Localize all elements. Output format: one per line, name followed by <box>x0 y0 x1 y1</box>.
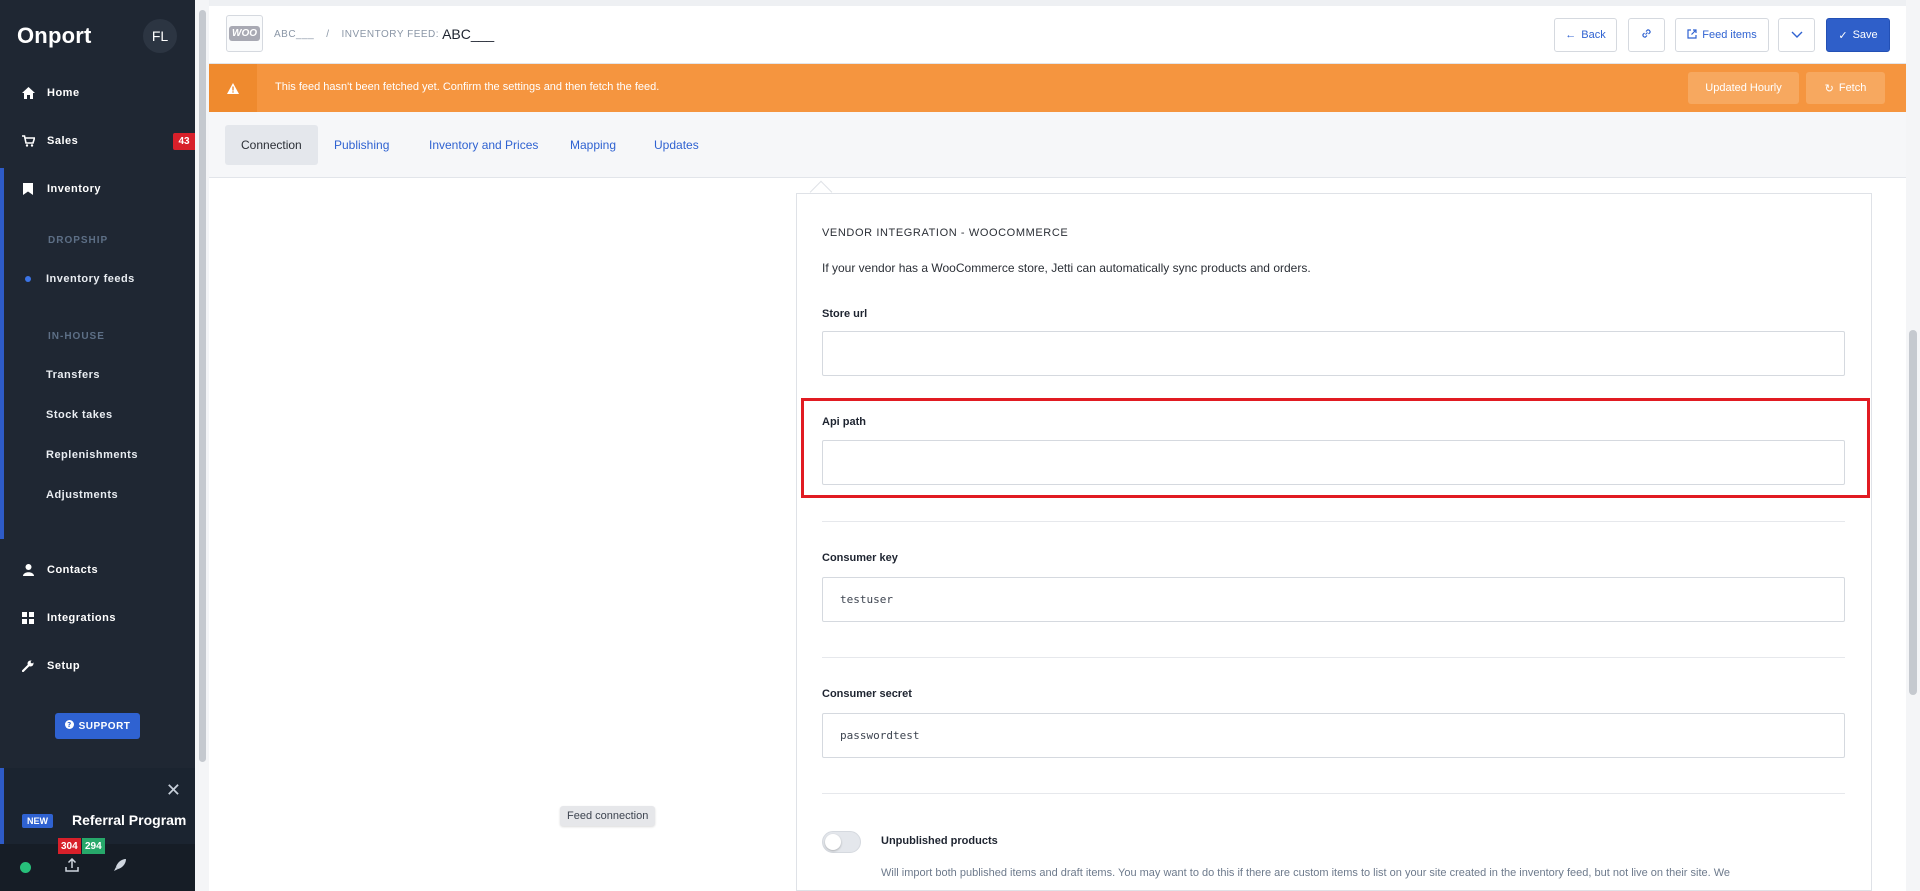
nav-label: Setup <box>47 660 81 672</box>
nav-label: Inventory <box>47 183 102 195</box>
sales-count-badge: 43 <box>173 133 195 150</box>
fetch-label: Fetch <box>1838 82 1867 94</box>
nav-item-transfers[interactable]: Transfers <box>0 357 195 393</box>
panel-heading: VENDOR INTEGRATION - WOOCOMMERCE <box>822 227 1069 239</box>
cart-icon <box>21 134 35 148</box>
arrow-left-icon: ← <box>1565 29 1577 41</box>
green-count-badge: 294 <box>82 838 105 854</box>
divider <box>822 521 1845 522</box>
save-button[interactable]: ✓ Save <box>1826 18 1890 52</box>
more-dropdown-button[interactable] <box>1778 18 1815 52</box>
vendor-integration-panel: VENDOR INTEGRATION - WOOCOMMERCE If your… <box>796 193 1872 891</box>
unpublished-products-description: Will import both published items and dra… <box>881 867 1731 879</box>
store-url-label: Store url <box>822 308 868 320</box>
back-label: Back <box>1581 29 1606 41</box>
nav-label: Contacts <box>47 564 99 576</box>
upload-icon[interactable] <box>65 857 79 877</box>
nav-item-stock-takes[interactable]: Stock takes <box>0 397 195 433</box>
unpublished-products-label: Unpublished products <box>881 835 998 847</box>
svg-text:?: ? <box>67 721 72 729</box>
fetch-button[interactable]: ↻ Fetch <box>1806 72 1885 104</box>
consumer-key-input[interactable]: testuser <box>822 577 1845 622</box>
breadcrumb-separator: / <box>326 28 330 40</box>
tab-bar: Connection Publishing Inventory and Pric… <box>209 112 1906 178</box>
grid-icon <box>21 611 35 625</box>
link-button[interactable] <box>1628 18 1665 52</box>
nav-section-dropship: DROPSHIP <box>48 235 109 246</box>
main-scroll-thumb[interactable] <box>1909 330 1917 695</box>
topbar: WOO ABC___ / INVENTORY FEED: ABC___ ← Ba… <box>209 6 1906 64</box>
nav-item-sales[interactable]: Sales <box>0 121 195 161</box>
tab-updates[interactable]: Updates <box>638 125 715 165</box>
panel-description: If your vendor has a WooCommerce store, … <box>822 261 1311 275</box>
red-count-badge: 304 <box>58 838 81 854</box>
divider <box>822 657 1845 658</box>
breadcrumb-label: INVENTORY FEED: <box>341 28 440 40</box>
avatar[interactable]: FL <box>143 19 177 53</box>
tab-inventory-and-prices[interactable]: Inventory and Prices <box>413 125 554 165</box>
warning-text: This feed hasn't been fetched yet. Confi… <box>275 81 660 93</box>
check-icon: ✓ <box>1838 29 1848 42</box>
breadcrumb: ABC___ / INVENTORY FEED: ABC___ <box>274 26 494 42</box>
woo-logo-text: WOO <box>229 26 260 41</box>
api-path-highlight <box>801 398 1870 498</box>
update-frequency-button[interactable]: Updated Hourly <box>1688 72 1799 104</box>
warning-icon <box>209 64 257 112</box>
consumer-secret-input[interactable]: passwordtest <box>822 713 1845 758</box>
consumer-secret-label: Consumer secret <box>822 688 912 700</box>
tab-publishing[interactable]: Publishing <box>318 125 405 165</box>
tab-mapping[interactable]: Mapping <box>554 125 632 165</box>
nav-item-home[interactable]: Home <box>0 73 195 113</box>
nav-item-inventory-feeds[interactable]: Inventory feeds <box>0 261 195 297</box>
feed-items-label: Feed items <box>1702 29 1757 41</box>
fetch-warning-banner: This feed hasn't been fetched yet. Confi… <box>209 64 1906 112</box>
nav-label: Sales <box>47 135 79 147</box>
nav-section-inhouse: IN-HOUSE <box>48 331 105 342</box>
feed-items-button[interactable]: Feed items <box>1675 18 1769 52</box>
sidebar-scroll-thumb[interactable] <box>199 10 206 762</box>
app-logo[interactable]: Onport <box>17 23 92 49</box>
nav-item-integrations[interactable]: Integrations <box>0 598 195 638</box>
sidebar-footer <box>0 844 210 891</box>
store-url-input[interactable] <box>822 331 1845 376</box>
referral-card: ✕ NEW Referral Program <box>0 768 195 844</box>
woocommerce-logo: WOO <box>226 15 263 52</box>
nav-item-contacts[interactable]: Contacts <box>0 550 195 590</box>
link-icon <box>1641 28 1652 42</box>
bookmark-icon <box>21 182 35 196</box>
nav-item-replenishments[interactable]: Replenishments <box>0 437 195 473</box>
page-title: ABC___ <box>442 26 495 42</box>
nav-label: Integrations <box>47 612 116 624</box>
home-icon <box>21 86 35 100</box>
external-link-icon <box>1687 28 1697 42</box>
feed-connection-label: Feed connection <box>560 806 656 826</box>
nav-item-adjustments[interactable]: Adjustments <box>0 477 195 513</box>
unpublished-products-toggle[interactable] <box>822 831 861 853</box>
tab-connection[interactable]: Connection <box>225 125 318 165</box>
support-label: SUPPORT <box>78 720 131 732</box>
divider <box>822 793 1845 794</box>
sidebar: Onport FL Home Sales 43 Inventory DROPSH… <box>0 0 210 891</box>
consumer-key-label: Consumer key <box>822 552 898 564</box>
referral-title[interactable]: Referral Program <box>72 812 186 828</box>
new-tag: NEW <box>22 814 53 828</box>
refresh-icon: ↻ <box>1824 82 1834 95</box>
chevron-down-icon <box>1791 29 1803 41</box>
nav-item-setup[interactable]: Setup <box>0 646 195 686</box>
save-label: Save <box>1852 29 1878 41</box>
nav-label: Home <box>47 87 80 99</box>
close-icon[interactable]: ✕ <box>166 780 181 801</box>
breadcrumb-first[interactable]: ABC___ <box>274 29 314 40</box>
user-icon <box>21 563 35 577</box>
wrench-icon <box>21 659 35 673</box>
help-icon: ? <box>64 720 74 732</box>
rocket-icon[interactable] <box>113 858 127 877</box>
support-button[interactable]: ? SUPPORT <box>55 713 140 739</box>
back-button[interactable]: ← Back <box>1554 18 1617 52</box>
nav-item-inventory[interactable]: Inventory <box>0 169 195 209</box>
online-status-icon <box>20 862 31 873</box>
